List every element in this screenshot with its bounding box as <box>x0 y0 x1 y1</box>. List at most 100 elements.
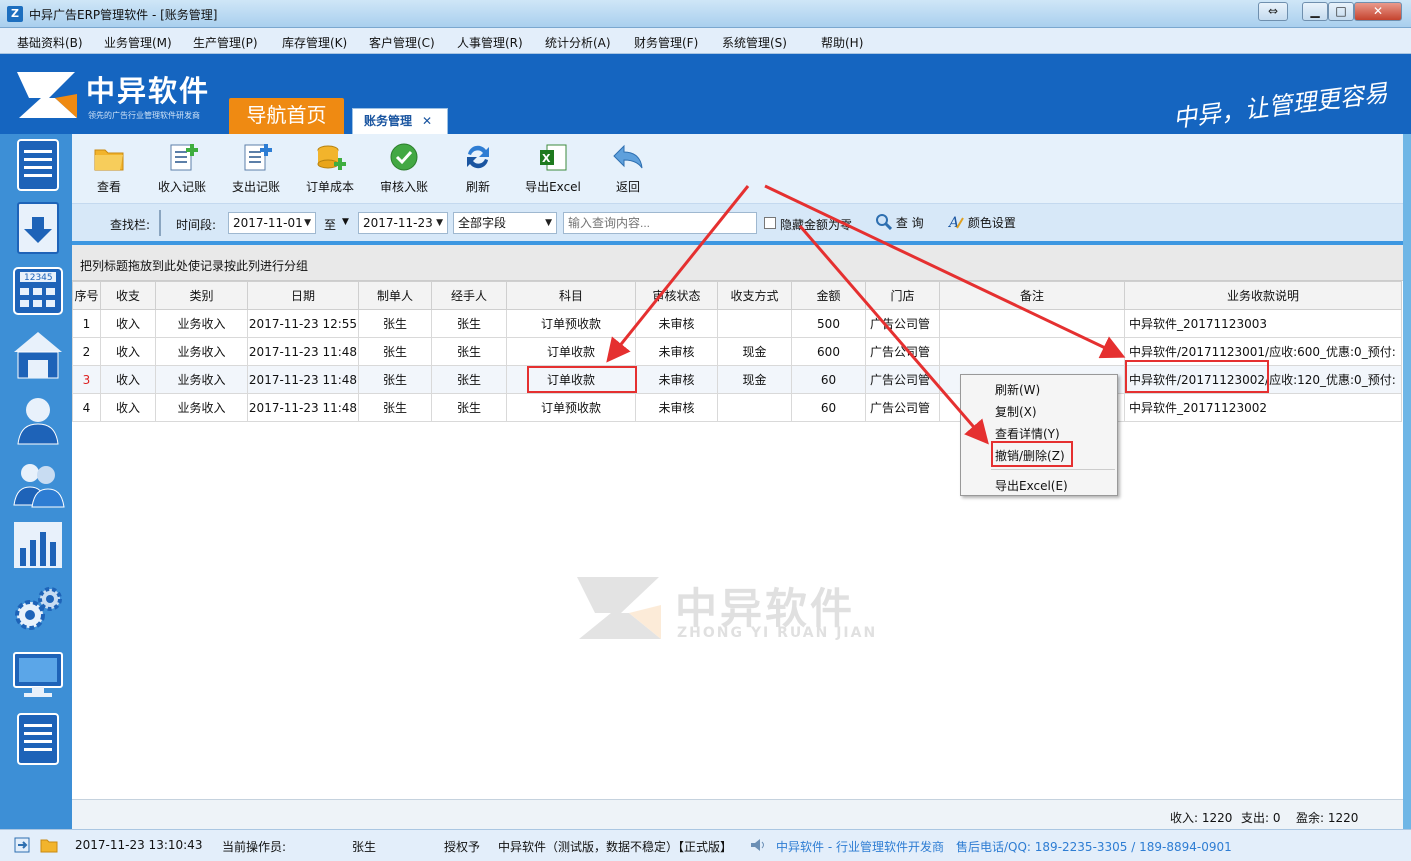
warehouse-icon[interactable] <box>10 328 66 382</box>
cell[interactable]: 现金 <box>717 365 792 394</box>
cell[interactable]: 订单收款 <box>506 337 636 366</box>
cell[interactable]: 60 <box>791 365 866 394</box>
close-icon[interactable]: ✕ <box>422 114 432 128</box>
hide-zero-checkbox[interactable] <box>764 217 776 229</box>
cell[interactable]: 张生 <box>358 309 432 338</box>
cell[interactable]: 张生 <box>358 365 432 394</box>
menu-business[interactable]: 业务管理(M) <box>104 34 172 51</box>
date-from-picker[interactable]: 2017-11-01 ▼ <box>228 212 316 234</box>
cell[interactable]: 4 <box>72 393 101 422</box>
tab-home[interactable]: 导航首页 <box>229 98 344 134</box>
cell[interactable]: 收入 <box>100 309 156 338</box>
cell[interactable]: 业务收入 <box>155 393 248 422</box>
cell[interactable]: 3 <box>72 365 101 394</box>
col-header[interactable]: 日期 <box>247 281 359 310</box>
cell[interactable]: 收入 <box>100 365 156 394</box>
cell[interactable]: 业务收入 <box>155 337 248 366</box>
col-header[interactable]: 金额 <box>791 281 866 310</box>
cell[interactable]: 业务收入 <box>155 309 248 338</box>
view-button[interactable]: 查看 <box>86 142 132 195</box>
users-icon[interactable] <box>10 455 66 509</box>
cell[interactable]: 2017-11-23 11:48 <box>247 337 359 366</box>
order-cost-button[interactable]: 订单成本 <box>302 142 358 195</box>
refresh-button[interactable]: 刷新 <box>458 142 498 195</box>
cell[interactable]: 广告公司管 <box>865 393 940 422</box>
query-button[interactable]: 查 询 <box>876 214 924 231</box>
cell[interactable]: 广告公司管 <box>865 337 940 366</box>
color-settings-button[interactable]: A 颜色设置 <box>947 214 1016 231</box>
cell[interactable]: 60 <box>791 393 866 422</box>
cell[interactable]: 订单预收款 <box>506 309 636 338</box>
cell[interactable]: 未审核 <box>635 365 718 394</box>
cell[interactable]: 收入 <box>100 337 156 366</box>
cell[interactable]: 收入 <box>100 393 156 422</box>
cell[interactable]: 业务收入 <box>155 365 248 394</box>
cell[interactable]: 中异软件_20171123003 <box>1124 309 1402 338</box>
col-header[interactable]: 收支 <box>100 281 156 310</box>
col-header[interactable]: 序号 <box>72 281 101 310</box>
cell[interactable]: 2017-11-23 12:55 <box>247 309 359 338</box>
cell[interactable]: 1 <box>72 309 101 338</box>
cell[interactable]: 张生 <box>431 337 507 366</box>
date-to-picker[interactable]: 2017-11-23 ▼ <box>358 212 448 234</box>
cell[interactable]: 2 <box>72 337 101 366</box>
ctx-copy[interactable]: 复制(X) <box>995 403 1037 420</box>
col-header[interactable]: 制单人 <box>358 281 432 310</box>
exit-icon[interactable] <box>14 837 30 853</box>
table-row[interactable]: 1 收入 业务收入 2017-11-23 12:55 张生 张生 订单预收款 未审核 500 广告… <box>72 309 1402 338</box>
cell[interactable]: 张生 <box>358 337 432 366</box>
cell[interactable]: 广告公司管 <box>865 309 940 338</box>
col-header[interactable]: 类别 <box>155 281 248 310</box>
cell[interactable]: 500 <box>791 309 866 338</box>
menu-production[interactable]: 生产管理(P) <box>193 34 258 51</box>
col-header[interactable]: 备注 <box>939 281 1125 310</box>
minimize-button[interactable]: ▁ <box>1302 2 1328 21</box>
user-service-icon[interactable] <box>10 392 66 446</box>
chart-icon[interactable] <box>10 518 66 572</box>
close-button[interactable]: ✕ <box>1354 2 1402 21</box>
ctx-export-excel[interactable]: 导出Excel(E) <box>995 477 1068 494</box>
audit-button[interactable]: 审核入账 <box>376 142 432 195</box>
menu-inventory[interactable]: 库存管理(K) <box>282 34 347 51</box>
group-panel[interactable]: 把列标题拖放到此处使记录按此列进行分组 <box>72 245 1403 281</box>
menu-statistics[interactable]: 统计分析(A) <box>545 34 611 51</box>
table-row[interactable]: 4 收入 业务收入 2017-11-23 11:48 张生 张生 订单预收款 未审核 60 广告公… <box>72 393 1402 422</box>
cell[interactable]: 张生 <box>431 309 507 338</box>
cell[interactable] <box>939 309 1125 338</box>
back-button[interactable]: 返回 <box>608 142 648 195</box>
monitor-icon[interactable] <box>10 647 66 701</box>
field-select[interactable]: 全部字段 ▼ <box>453 212 557 234</box>
cell[interactable]: 订单预收款 <box>506 393 636 422</box>
menu-basic-data[interactable]: 基础资料(B) <box>17 34 83 51</box>
folder-icon[interactable] <box>40 837 58 853</box>
cell[interactable] <box>939 337 1125 366</box>
col-header[interactable]: 业务收款说明 <box>1124 281 1402 310</box>
cell[interactable]: 张生 <box>431 365 507 394</box>
income-entry-button[interactable]: 收入记账 <box>154 142 210 195</box>
col-header[interactable]: 经手人 <box>431 281 507 310</box>
menu-hr[interactable]: 人事管理(R) <box>457 34 523 51</box>
cell[interactable]: 广告公司管 <box>865 365 940 394</box>
ctx-refresh[interactable]: 刷新(W) <box>995 381 1040 398</box>
cell[interactable]: 未审核 <box>635 393 718 422</box>
cell[interactable]: 张生 <box>431 393 507 422</box>
document-icon[interactable] <box>10 712 66 766</box>
download-icon[interactable] <box>10 201 66 255</box>
ctx-view-details[interactable]: 查看详情(Y) <box>995 425 1060 442</box>
document-list-icon[interactable] <box>10 138 66 192</box>
calculator-icon[interactable]: 12345 <box>10 264 66 318</box>
cell[interactable]: 600 <box>791 337 866 366</box>
cell[interactable]: 未审核 <box>635 309 718 338</box>
cell[interactable]: 张生 <box>358 393 432 422</box>
cell[interactable]: 现金 <box>717 337 792 366</box>
maximize-button[interactable]: □ <box>1328 2 1354 21</box>
menu-finance[interactable]: 财务管理(F) <box>634 34 698 51</box>
cell[interactable]: 中异软件_20171123002 <box>1124 393 1402 422</box>
cell[interactable]: 未审核 <box>635 337 718 366</box>
menu-customer[interactable]: 客户管理(C) <box>369 34 435 51</box>
col-header[interactable]: 收支方式 <box>717 281 792 310</box>
search-input[interactable] <box>563 212 757 234</box>
col-header[interactable]: 审核状态 <box>635 281 718 310</box>
restore-button[interactable]: ⇔ <box>1258 2 1288 21</box>
col-header[interactable]: 科目 <box>506 281 636 310</box>
